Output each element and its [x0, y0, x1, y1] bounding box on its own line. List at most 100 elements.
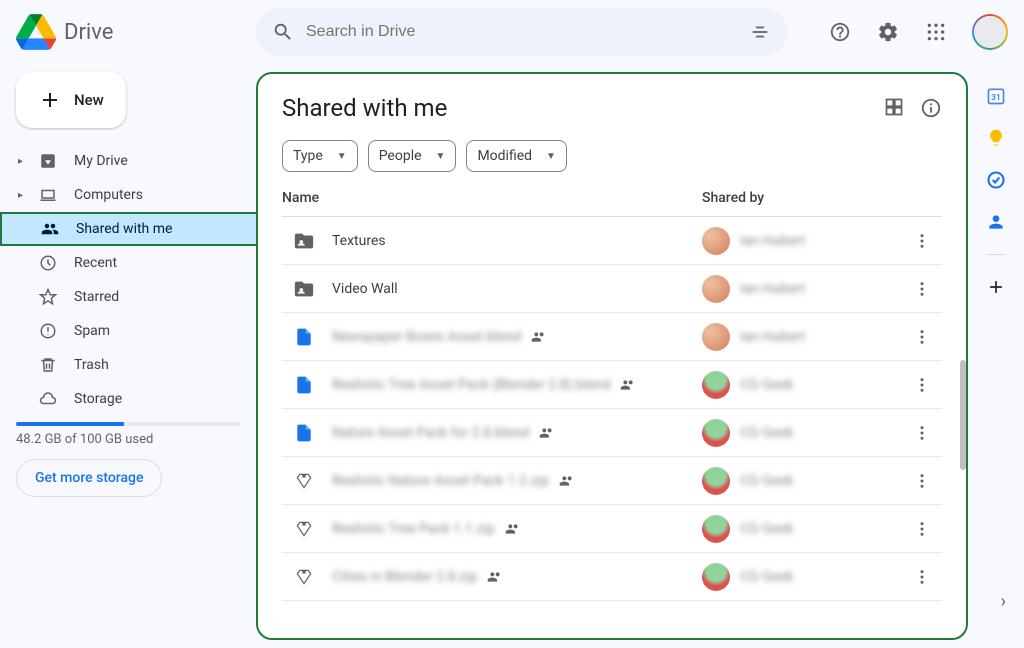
row-menu-button[interactable]: [902, 568, 942, 586]
page-title: Shared with me: [282, 94, 447, 122]
table-row[interactable]: Newspaper Boxes Asset.blendIan Hubert: [282, 313, 942, 361]
storage-usage-text: 48.2 GB of 100 GB used: [16, 432, 240, 447]
sharer-avatar: [702, 467, 730, 495]
shared-indicator-icon: [559, 473, 575, 489]
svg-text:31: 31: [991, 93, 1001, 103]
table-row[interactable]: Cities in Blender 2.8.zipCG Geek: [282, 553, 942, 601]
shared-icon: [40, 220, 60, 238]
file-name: Realistic Tree Asset Pack (Blender 2.8).…: [332, 377, 610, 393]
sharer-name: Ian Hubert: [740, 281, 805, 297]
sidebar-item-my-drive[interactable]: ▸ My Drive: [0, 144, 240, 178]
storage-bar: [16, 422, 240, 426]
row-menu-button[interactable]: [902, 520, 942, 538]
folder-icon: [292, 230, 316, 252]
keep-icon[interactable]: [986, 128, 1006, 148]
get-more-storage-button[interactable]: Get more storage: [16, 459, 162, 497]
table-row[interactable]: Realistic Tree Pack 1.1.zipCG Geek: [282, 505, 942, 553]
sharer-avatar: [702, 371, 730, 399]
column-sharedby-header[interactable]: Shared by: [702, 190, 902, 206]
add-addon-icon[interactable]: [986, 277, 1006, 297]
file-name: Cities in Blender 2.8.zip: [332, 569, 477, 585]
search-bar[interactable]: [256, 8, 788, 56]
plus-icon: [38, 88, 62, 112]
zip-icon: [292, 567, 316, 587]
sidebar-item-label: Shared with me: [76, 221, 172, 237]
shared-indicator-icon: [531, 329, 547, 345]
expand-caret-icon[interactable]: ▸: [18, 156, 28, 167]
sharer-avatar: [702, 323, 730, 351]
file-name: Video Wall: [332, 281, 398, 297]
search-input[interactable]: [306, 23, 728, 41]
sharer-avatar: [702, 275, 730, 303]
chevron-down-icon: ▼: [436, 151, 446, 162]
file-name: Realistic Tree Pack 1.1.zip: [332, 521, 495, 537]
storage-icon: [38, 390, 58, 408]
sidebar-item-spam[interactable]: Spam: [0, 314, 240, 348]
sidebar-item-label: My Drive: [74, 153, 128, 169]
filter-chip-type[interactable]: Type▼: [282, 140, 358, 172]
table-row[interactable]: Realistic Nature Asset Pack 1.2.zip CG Ge…: [282, 457, 942, 505]
new-button[interactable]: New: [16, 72, 126, 128]
account-avatar[interactable]: [972, 14, 1008, 50]
zip-icon: [292, 519, 316, 539]
table-row[interactable]: Video Wall Ian Hubert: [282, 265, 942, 313]
new-button-label: New: [74, 91, 104, 109]
row-menu-button[interactable]: [902, 280, 942, 298]
sidebar-item-storage[interactable]: Storage: [0, 382, 240, 416]
sidebar-item-computers[interactable]: ▸ Computers: [0, 178, 240, 212]
sharer-avatar: [702, 563, 730, 591]
hide-panel-icon[interactable]: ›: [1001, 591, 1006, 612]
file-blue-icon: [292, 327, 316, 347]
spam-icon: [38, 322, 58, 340]
help-icon[interactable]: [820, 12, 860, 52]
shared-indicator-icon: [487, 569, 503, 585]
sharer-avatar: [702, 419, 730, 447]
tasks-icon[interactable]: [986, 170, 1006, 190]
table-row[interactable]: Realistic Tree Asset Pack (Blender 2.8).…: [282, 361, 942, 409]
sidebar-item-recent[interactable]: Recent: [0, 246, 240, 280]
filter-chip-people[interactable]: People ▼: [368, 140, 457, 172]
search-icon: [272, 21, 294, 43]
row-menu-button[interactable]: [902, 424, 942, 442]
row-menu-button[interactable]: [902, 328, 942, 346]
chip-label: Modified: [477, 148, 532, 164]
sidebar-item-label: Trash: [74, 357, 109, 373]
info-icon[interactable]: [920, 97, 942, 119]
sidebar-item-label: Spam: [74, 323, 110, 339]
folder-icon: [292, 278, 316, 300]
file-name: Textures: [332, 233, 386, 249]
file-name: Nature Asset Pack for 2.8.blend: [332, 425, 529, 441]
row-menu-button[interactable]: [902, 232, 942, 250]
sidebar-item-label: Storage: [74, 391, 122, 407]
sharer-name: CG Geek: [740, 473, 794, 489]
contacts-icon[interactable]: [986, 212, 1006, 232]
search-options-icon[interactable]: [740, 12, 780, 52]
settings-icon[interactable]: [868, 12, 908, 52]
apps-icon[interactable]: [916, 12, 956, 52]
file-name: Newspaper Boxes Asset.blend: [332, 329, 521, 345]
sidebar-item-label: Recent: [74, 255, 117, 271]
column-name-header[interactable]: Name: [282, 190, 702, 206]
sidebar-item-label: Computers: [74, 187, 143, 203]
table-row[interactable]: Nature Asset Pack for 2.8.blendCG Geek: [282, 409, 942, 457]
recent-icon: [38, 254, 58, 272]
sharer-name: CG Geek: [740, 377, 794, 393]
starred-icon: [38, 288, 58, 306]
sidebar-item-label: Starred: [74, 289, 119, 305]
table-row[interactable]: TexturesIan Hubert: [282, 217, 942, 265]
row-menu-button[interactable]: [902, 376, 942, 394]
sidebar-item-starred[interactable]: Starred: [0, 280, 240, 314]
sidebar-item-shared[interactable]: Shared with me: [0, 212, 256, 246]
expand-caret-icon[interactable]: ▸: [18, 190, 28, 201]
chip-label: People: [379, 148, 422, 164]
file-name: Realistic Nature Asset Pack 1.2.zip: [332, 473, 549, 489]
file-blue-icon: [292, 423, 316, 443]
computers-icon: [38, 186, 58, 204]
sidebar-item-trash[interactable]: Trash: [0, 348, 240, 382]
shared-indicator-icon: [620, 377, 636, 393]
filter-chip-modified[interactable]: Modified▼: [466, 140, 567, 172]
row-menu-button[interactable]: [902, 472, 942, 490]
scrollbar[interactable]: [960, 360, 966, 470]
grid-view-icon[interactable]: [884, 97, 904, 119]
calendar-icon[interactable]: 31: [986, 86, 1006, 106]
